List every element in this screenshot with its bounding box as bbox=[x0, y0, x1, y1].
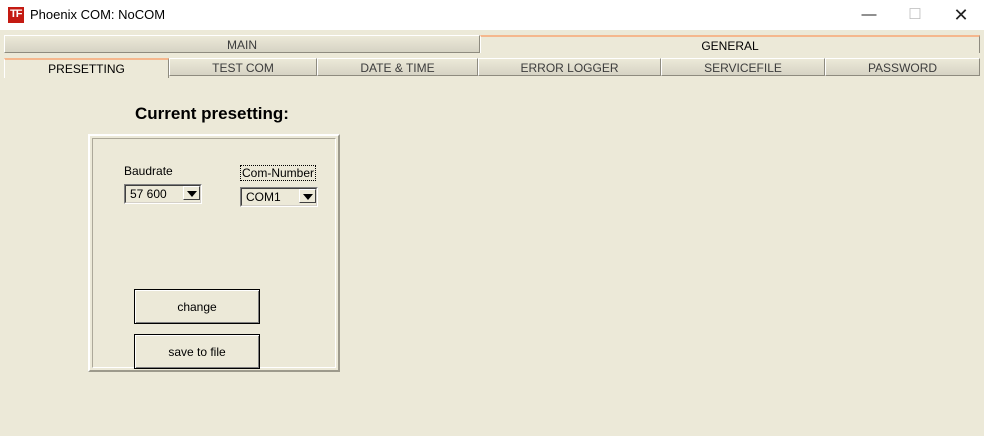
chevron-down-icon bbox=[303, 194, 313, 200]
com-number-value: COM1 bbox=[246, 190, 281, 204]
maximize-button[interactable]: ☐ bbox=[892, 0, 938, 30]
com-number-select[interactable]: COM1 bbox=[240, 187, 318, 207]
com-number-dropdown-button[interactable] bbox=[299, 189, 316, 203]
save-to-file-button[interactable]: save to file bbox=[134, 334, 260, 369]
tab-general[interactable]: GENERAL bbox=[480, 35, 980, 53]
minimize-button[interactable]: — bbox=[846, 0, 892, 30]
tab-main[interactable]: MAIN bbox=[4, 35, 480, 53]
tab-test-com[interactable]: TEST COM bbox=[169, 58, 317, 76]
tab-password[interactable]: PASSWORD bbox=[825, 58, 980, 76]
window-title: Phoenix COM: NoCOM bbox=[30, 7, 166, 22]
tab-error-logger[interactable]: ERROR LOGGER bbox=[478, 58, 661, 76]
tab-servicefile[interactable]: SERVICEFILE bbox=[661, 58, 825, 76]
title-bar: TF Phoenix COM: NoCOM — ☐ ✕ bbox=[0, 0, 984, 30]
baudrate-label: Baudrate bbox=[124, 164, 173, 178]
app-logo-icon: TF bbox=[8, 7, 24, 23]
tab-date-time[interactable]: DATE & TIME bbox=[317, 58, 478, 76]
tab-presetting[interactable]: PRESETTING bbox=[4, 58, 169, 78]
close-button[interactable]: ✕ bbox=[938, 0, 984, 30]
baudrate-select[interactable]: 57 600 bbox=[124, 184, 202, 204]
com-number-label: Com-Number bbox=[240, 165, 317, 181]
baudrate-dropdown-button[interactable] bbox=[183, 186, 200, 200]
presetting-heading: Current presetting: bbox=[135, 104, 289, 123]
baudrate-value: 57 600 bbox=[130, 187, 167, 201]
change-button[interactable]: change bbox=[134, 289, 260, 324]
chevron-down-icon bbox=[187, 191, 197, 197]
